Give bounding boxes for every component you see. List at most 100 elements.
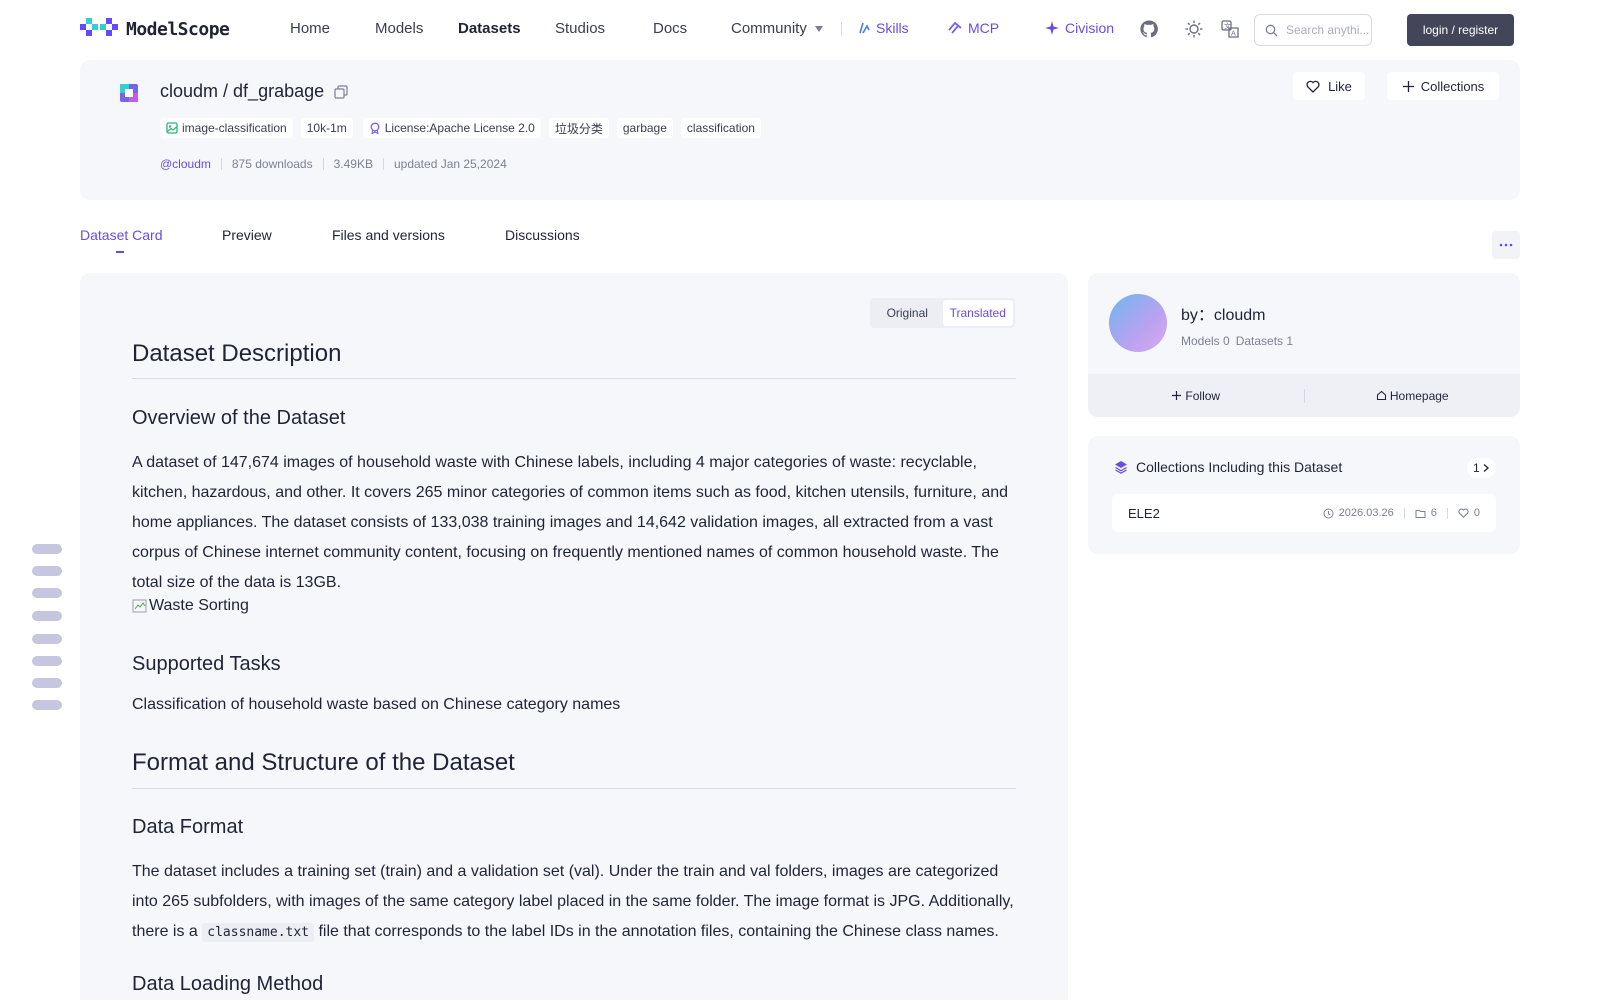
collection-item[interactable]: ELE2 2026.03.26 6 0 [1112, 494, 1496, 532]
nav-civision[interactable]: Civision [1044, 20, 1114, 36]
heart-icon [1306, 80, 1320, 93]
tag-size[interactable]: 10k-1m [300, 118, 353, 138]
theme-sun-icon[interactable] [1184, 19, 1204, 39]
toc-marker[interactable] [32, 588, 62, 598]
waste-sorting-image: Waste Sorting [132, 597, 249, 615]
login-register-button[interactable]: login / register [1407, 14, 1514, 46]
skills-icon [859, 22, 870, 34]
chevron-right-icon [1483, 464, 1489, 472]
collections-count: 1 [1473, 461, 1480, 475]
title-separator: / [223, 81, 229, 101]
collection-items: 6 [1415, 507, 1437, 519]
downloads-count: 875 downloads [231, 157, 313, 171]
nav-models[interactable]: Models [375, 20, 423, 37]
collections-button[interactable]: Collections [1387, 72, 1499, 100]
nav-studios[interactable]: Studios [555, 20, 605, 37]
homepage-button[interactable]: Homepage [1305, 389, 1521, 403]
overview-paragraph: A dataset of 147,674 images of household… [132, 454, 1009, 591]
collections-label: Collections [1420, 78, 1485, 94]
modelscope-logo-icon [80, 18, 118, 36]
nav-home[interactable]: Home [290, 20, 330, 37]
tab-files-and-versions[interactable]: Files and versions [332, 227, 445, 243]
collections-count-badge[interactable]: 1 [1467, 458, 1496, 478]
collection-likes-value: 0 [1473, 507, 1480, 519]
layers-icon [1115, 461, 1127, 474]
format-text-after: file that corresponds to the label IDs i… [314, 923, 999, 940]
active-tab-indicator [116, 251, 124, 253]
tag-chinese-garbage[interactable]: 垃圾分类 [548, 118, 609, 138]
toc-marker[interactable] [32, 544, 62, 554]
dataset-owner-avatar [120, 84, 138, 102]
dataset-tags: image-classification 10k-1m License:Apac… [160, 118, 761, 138]
search-input[interactable] [1286, 23, 1370, 37]
tab-preview[interactable]: Preview [222, 227, 272, 243]
toggle-original[interactable]: Original [872, 300, 943, 326]
toc-marker[interactable] [32, 700, 62, 710]
github-icon[interactable] [1139, 19, 1159, 39]
follow-label: Follow [1185, 388, 1221, 403]
global-search[interactable] [1254, 14, 1372, 46]
dataset-title: cloudm / df_grabage [160, 81, 348, 102]
brand-name: ModelScope [126, 18, 230, 40]
mcp-icon [948, 21, 962, 34]
collections-title: Collections Including this Dataset [1136, 459, 1343, 475]
classname-file-code: classname.txt [202, 923, 315, 942]
toc-marker[interactable] [32, 678, 62, 688]
nav-community[interactable]: Community [731, 20, 823, 37]
dataset-owner-link[interactable]: cloudm [160, 81, 218, 102]
heart-icon [1458, 508, 1469, 518]
nav-skills-label: Skills [876, 20, 909, 36]
nav-divider [841, 22, 842, 36]
svg-text:A: A [1231, 30, 1236, 38]
toc-marker[interactable] [32, 611, 62, 621]
search-icon [1265, 24, 1278, 36]
toc-marker[interactable] [32, 634, 62, 644]
caret-down-icon [814, 26, 823, 33]
like-button[interactable]: Like [1293, 72, 1365, 100]
author-link[interactable]: @cloudm [160, 157, 211, 171]
tasks-paragraph: Classification of household waste based … [132, 696, 621, 713]
owner-name[interactable]: by：cloudm [1181, 301, 1265, 325]
collection-name: ELE2 [1128, 505, 1160, 521]
tag-license-label: License:Apache License 2.0 [384, 121, 535, 135]
collection-likes: 0 [1458, 507, 1480, 519]
tag-task[interactable]: image-classification [160, 118, 293, 138]
tag-garbage[interactable]: garbage [616, 118, 673, 138]
nav-community-label: Community [731, 20, 807, 37]
like-label: Like [1328, 78, 1352, 94]
toc-marker[interactable] [32, 656, 62, 666]
toc-marker[interactable] [32, 566, 62, 576]
collections-card: Collections Including this Dataset 1 ELE… [1088, 436, 1520, 554]
tag-classification-label: classification [686, 121, 755, 135]
tag-classification[interactable]: classification [680, 118, 761, 138]
more-options-button[interactable] [1492, 231, 1520, 259]
nav-datasets[interactable]: Datasets [458, 20, 521, 37]
copy-icon[interactable] [334, 84, 348, 99]
more-dots-icon [1499, 243, 1513, 247]
follow-button[interactable]: Follow [1088, 389, 1304, 403]
nav-mcp-label: MCP [968, 20, 1000, 36]
tag-license[interactable]: License:Apache License 2.0 [362, 118, 541, 138]
homepage-label: Homepage [1389, 388, 1449, 403]
nav-docs[interactable]: Docs [653, 20, 687, 37]
tab-dataset-card[interactable]: Dataset Card [80, 227, 162, 243]
dataset-meta: @cloudm 875 downloads 3.49KB updated Jan… [160, 157, 507, 171]
meta-divider [220, 158, 222, 170]
dataset-header-card: cloudm / df_grabage image-classification… [80, 60, 1520, 200]
toggle-translated[interactable]: Translated [942, 300, 1013, 326]
owner-models-count[interactable]: Models 0 [1181, 334, 1230, 348]
collections-header: Collections Including this Dataset [1114, 459, 1342, 475]
heading-overview: Overview of the Dataset [132, 407, 346, 429]
owner-datasets-count[interactable]: Datasets 1 [1236, 334, 1293, 348]
nav-skills[interactable]: Skills [857, 20, 909, 36]
owner-avatar[interactable] [1109, 294, 1167, 352]
meta-divider [382, 158, 384, 170]
home-icon [1376, 390, 1386, 401]
language-switch-icon[interactable]: 文 A [1220, 19, 1240, 39]
modelscope-logo[interactable]: ModelScope [80, 18, 230, 40]
nav-mcp[interactable]: MCP [947, 20, 999, 36]
stats-divider [1403, 507, 1405, 519]
broken-image-icon [132, 599, 147, 613]
svg-text:文: 文 [1224, 22, 1231, 31]
tab-discussions[interactable]: Discussions [505, 227, 580, 243]
